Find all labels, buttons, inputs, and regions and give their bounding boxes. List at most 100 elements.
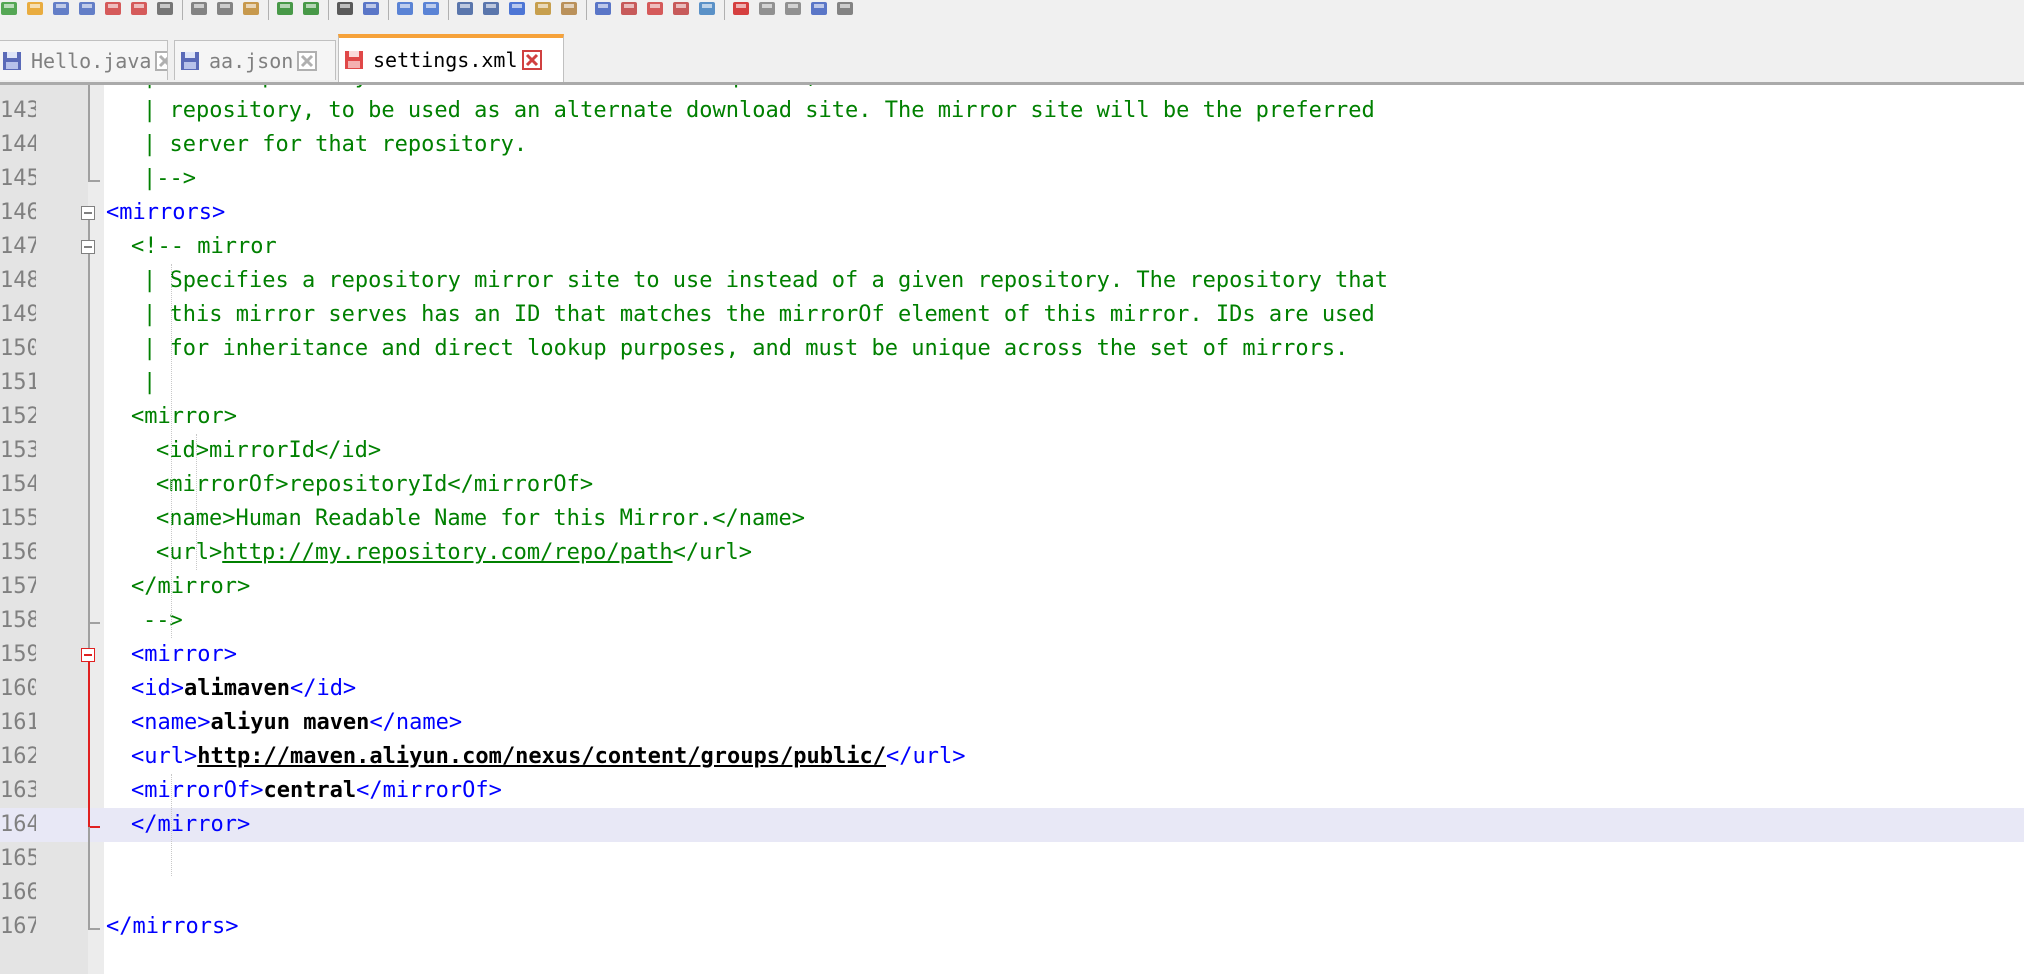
save-all-icon[interactable] [76,0,98,18]
code-text: <name>aliyun maven</name> [131,706,462,740]
code-line[interactable]: 143 | repository, to be used as an altern… [0,94,2024,128]
code-line[interactable]: 150 | for inheritance and direct lookup p… [0,332,2024,366]
playback-macro-icon[interactable] [782,0,804,18]
code-token: http://maven.aliyun.com/nexus/content/gr… [197,744,886,769]
code-token: aliyun maven [210,710,370,735]
code-line[interactable]: 158 --> [0,604,2024,638]
code-line[interactable]: 159 <mirror> [0,638,2024,672]
toolbar-separator [448,0,449,20]
folder-as-workspace-icon[interactable] [670,0,692,18]
code-line[interactable]: 165 [0,842,2024,876]
code-text: </mirrors> [106,910,238,944]
code-line[interactable]: 154 <mirrorOf>repositoryId</mirrorOf> [0,468,2024,502]
fold-line [88,85,90,181]
code-line[interactable]: 148 | Specifies a repository mirror site … [0,264,2024,298]
code-line[interactable]: 151 | [0,366,2024,400]
code-token: <id>mirrorId</id> [156,438,382,463]
save-icon[interactable] [50,0,72,18]
code-line[interactable]: 163 <mirrorOf>central</mirrorOf> [0,774,2024,808]
fold-line [88,604,90,648]
tab-label: aa.json [209,48,294,73]
sync-horizontal-icon[interactable] [480,0,502,18]
line-number: 148 [0,268,36,293]
show-all-characters-icon[interactable] [532,0,554,18]
fold-toggle-icon[interactable] [81,648,95,662]
code-text: <mirror> [131,638,237,672]
save-macro-icon[interactable] [834,0,856,18]
code-line[interactable]: 142 | That repository definition will hav… [0,85,2024,94]
code-line[interactable]: 164 </mirror> [0,808,2024,842]
paste-icon[interactable] [240,0,262,18]
code-line[interactable]: 146 <mirrors> [0,196,2024,230]
code-text: | this mirror serves has an ID that matc… [143,298,1375,332]
close-icon[interactable] [102,0,124,18]
code-line[interactable]: 144 | server for that repository. [0,128,2024,162]
cut-icon[interactable] [188,0,210,18]
open-file-icon[interactable] [24,0,46,18]
code-line[interactable]: 147 <!-- mirror [0,230,2024,264]
print-icon[interactable] [154,0,176,18]
undo-icon[interactable] [274,0,296,18]
code-token: central [263,778,357,803]
line-number: 160 [0,676,36,701]
sync-vertical-icon[interactable] [454,0,476,18]
line-number: 167 [0,914,36,939]
close-tab-icon[interactable] [521,50,542,70]
indent-guide-icon[interactable] [558,0,580,18]
fold-line [88,662,90,827]
user-defined-language-icon[interactable] [592,0,614,18]
code-text: | That repository definition will have a… [143,85,1415,94]
code-line[interactable]: 157 </mirror> [0,570,2024,604]
code-line[interactable]: 155 <name>Human Readable Name for this Mi… [0,502,2024,536]
code-token: <!-- mirror [131,234,277,259]
word-wrap-icon[interactable] [506,0,528,18]
code-token: </url> [885,744,966,769]
fold-toggle-icon[interactable] [81,240,95,254]
copy-icon[interactable] [214,0,236,18]
line-number: 153 [0,438,36,463]
run-macro-icon[interactable] [808,0,830,18]
line-number: 151 [0,370,36,395]
line-number: 161 [0,710,36,735]
line-number: 152 [0,404,36,429]
tab-bar: Hello.java aa.json settings.xml [0,22,2024,84]
code-line[interactable]: 145 |--> [0,162,2024,196]
code-line[interactable]: 166 [0,876,2024,910]
new-file-icon[interactable] [0,0,20,18]
function-list-icon[interactable] [644,0,666,18]
redo-icon[interactable] [300,0,322,18]
code-editor[interactable]: 142 | That repository definition will hav… [0,85,2024,974]
code-text: <!-- mirror [131,230,277,264]
code-line[interactable]: 153 <id>mirrorId</id> [0,434,2024,468]
close-all-icon[interactable] [128,0,150,18]
document-map-icon[interactable] [618,0,640,18]
close-tab-icon[interactable] [155,50,168,71]
tab-settings-xml[interactable]: settings.xml [338,34,564,82]
replace-icon[interactable] [360,0,382,18]
monitoring-icon[interactable] [696,0,718,18]
code-token: </mirror> [131,812,251,837]
code-line[interactable]: 152 <mirror> [0,400,2024,434]
line-number: 165 [0,846,36,871]
tab-hello-java[interactable]: Hello.java [0,40,168,80]
stop-recording-icon[interactable] [756,0,778,18]
fold-toggle-icon[interactable] [81,206,95,220]
close-tab-icon[interactable] [297,50,318,71]
code-line[interactable]: 161 <name>aliyun maven</name> [0,706,2024,740]
find-icon[interactable] [334,0,356,18]
code-line[interactable]: 162 <url>http://maven.aliyun.com/nexus/co… [0,740,2024,774]
code-line[interactable]: 149 | this mirror serves has an ID that m… [0,298,2024,332]
zoom-out-icon[interactable] [420,0,442,18]
line-number: 149 [0,302,36,327]
code-token: <mirror> [131,642,237,667]
line-number: 155 [0,506,36,531]
code-line[interactable]: 167 </mirrors> [0,910,2024,944]
tab-aa-json[interactable]: aa.json [174,40,336,80]
tab-label: Hello.java [31,48,152,73]
code-text: </mirror> [131,808,250,842]
code-line[interactable]: 156 <url>http://my.repository.com/repo/pa… [0,536,2024,570]
record-macro-icon[interactable] [730,0,752,18]
code-text: <name>Human Readable Name for this Mirro… [156,502,805,536]
code-line[interactable]: 160 <id>alimaven</id> [0,672,2024,706]
zoom-in-icon[interactable] [394,0,416,18]
